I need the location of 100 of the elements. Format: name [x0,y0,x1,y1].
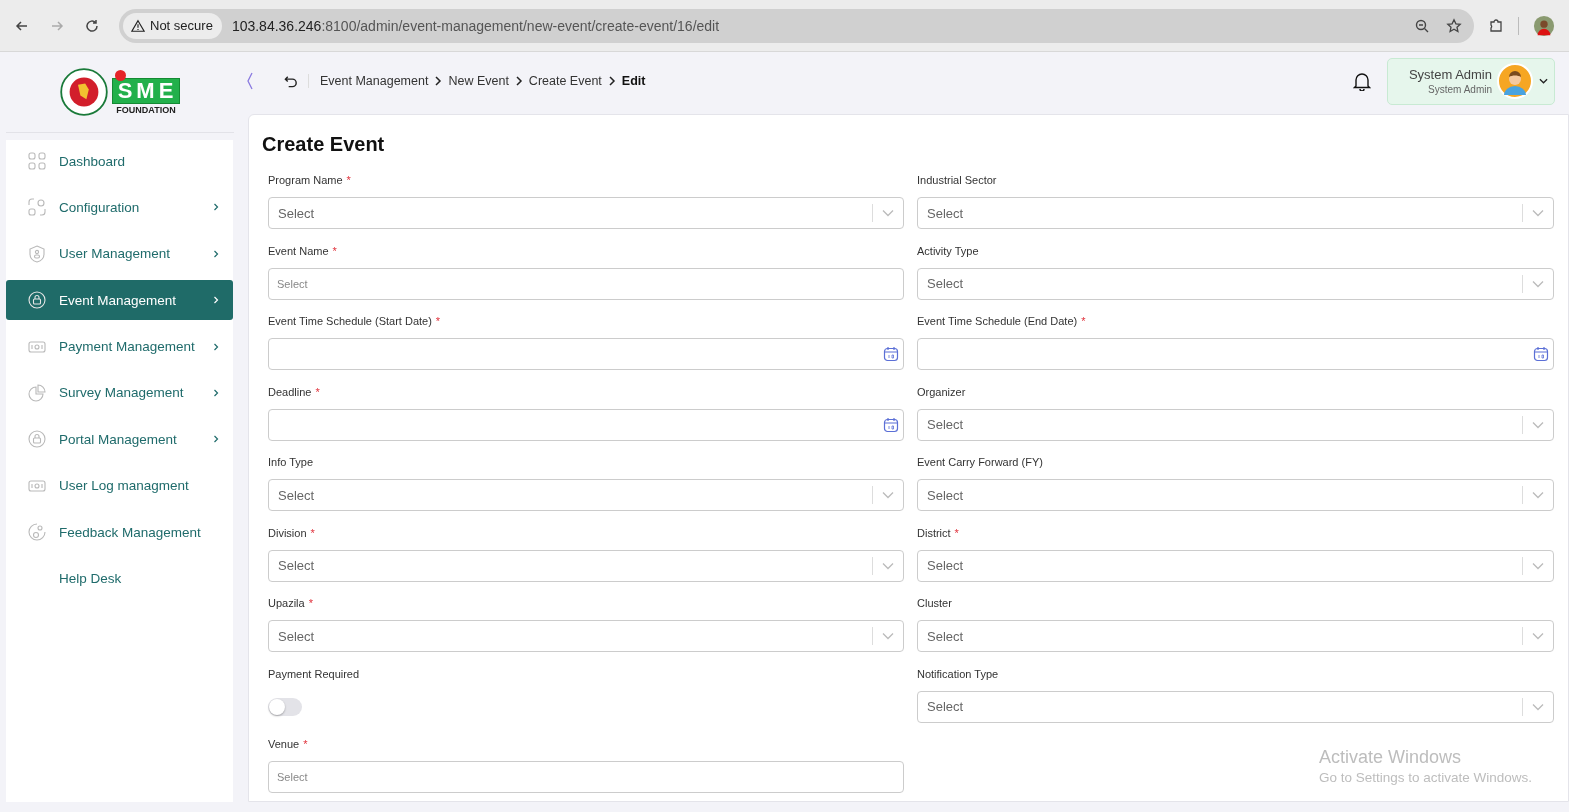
sidebar-item[interactable]: Payment Management [6,326,233,367]
date-field[interactable] [268,408,904,441]
dropdown-icon [1532,491,1544,499]
select-field[interactable]: Select [917,408,1554,441]
field-label: Organizer [917,385,966,400]
dropdown-icon [882,632,894,640]
select-field[interactable]: Select [917,549,1554,582]
menu-icon [28,523,46,542]
field-label: Deadline [268,385,312,400]
breadcrumb-link[interactable]: New Event [448,74,509,88]
activation-title: Activate Windows [1318,747,1462,768]
sidebar-item[interactable]: Event Management [6,280,233,321]
field-label: Payment Required [268,667,360,682]
select-field[interactable]: Select [268,197,904,229]
dropdown-icon [1532,209,1544,217]
chevron-icon [607,76,616,86]
warning-icon [131,18,145,33]
toggle-switch[interactable] [268,697,302,716]
input-field[interactable]: Select [268,761,904,793]
select-field[interactable]: Select [917,197,1554,229]
user-role: System Admin [1428,84,1492,95]
chevron-icon [213,203,219,212]
dropdown-icon [1532,632,1544,640]
logo-caption: FOUNDATION [116,104,176,115]
field-label: District [917,526,951,541]
date-field[interactable] [268,338,904,370]
bell-icon[interactable] [1353,71,1371,91]
field-label: Notification Type [917,667,999,682]
select-field[interactable]: Select [917,267,1554,300]
menu-icon [28,244,46,263]
field-label: Event Time Schedule (Start Date) [268,315,432,329]
menu-icon [28,152,46,170]
date-field[interactable] [917,338,1554,370]
calendar-icon [1533,346,1549,362]
required-mark: * [346,174,351,188]
dropdown-icon [1532,561,1544,570]
emblem-icon [59,68,108,116]
logo-wordmark: SME [111,77,181,104]
menu-icon [28,291,46,310]
user-menu[interactable]: System Admin System Admin [1387,57,1555,105]
chevron-icon [213,296,219,305]
chevron-icon [213,388,219,397]
chevron-icon [434,76,443,86]
sidebar-item[interactable]: Help Desk [6,558,233,599]
zoom-out-icon[interactable] [1414,17,1430,34]
dropdown-icon [882,209,894,217]
required-mark: * [303,738,308,752]
url-text[interactable]: 103.84.36.246:8100/admin/event-management/new-event/create-event/16/edit [231,17,720,34]
breadcrumb-link[interactable]: Create Event [528,74,602,88]
form-title: Create Event [262,133,386,156]
select-field[interactable]: Select [917,690,1554,723]
required-mark: * [1081,315,1086,329]
profile-avatar-icon[interactable] [1533,14,1555,37]
sidebar-item[interactable]: Configuration [6,187,233,228]
chevron-icon [514,76,523,86]
select-field[interactable]: Select [268,549,904,582]
sidebar-item[interactable]: Portal Management [6,419,233,460]
field-label: Info Type [268,456,314,470]
field-label: Activity Type [917,244,979,259]
sidebar-item[interactable]: User Management [6,233,233,274]
select-field[interactable]: Select [268,620,904,652]
activation-text: Go to Settings to activate Windows. [1318,770,1532,785]
required-mark: * [332,244,337,259]
menu-icon [28,198,46,217]
select-field[interactable]: Select [917,620,1554,652]
user-name: System Admin [1408,67,1492,82]
field-label: Upazila [268,597,305,611]
field-label: Venue [268,738,300,752]
star-icon[interactable] [1446,17,1462,34]
breadcrumb-link[interactable]: Event Management [320,74,429,88]
field-label: Cluster [917,597,952,611]
sidebar-item[interactable]: Feedback Management [6,512,233,553]
sidebar-item[interactable]: User Log managment [6,465,233,506]
required-mark: * [310,526,315,541]
calendar-icon [883,346,899,362]
field-label: Program Name [268,174,343,188]
field-label: Event Name [268,244,329,259]
dropdown-icon [882,561,894,570]
field-label: Division [268,526,307,541]
input-field[interactable]: Select [268,267,904,300]
dropdown-icon [1532,420,1544,429]
chevron-icon [213,249,219,258]
field-label: Industrial Sector [917,174,997,188]
select-field[interactable]: Select [917,479,1554,511]
required-mark: * [954,526,959,541]
menu-icon [28,430,46,449]
menu-icon [28,383,46,402]
caret-icon [1539,78,1548,84]
field-label: Event Carry Forward (FY) [917,456,1043,470]
dropdown-icon [1532,702,1544,711]
address-bar[interactable]: Not secure 103.84.36.246:8100/admin/event-management/new-event/create-event/16/edit [119,8,1474,43]
dropdown-icon [882,491,894,499]
select-field[interactable]: Select [268,479,904,511]
sidebar-item[interactable]: Survey Management [6,372,233,413]
required-mark: * [435,315,441,329]
sidebar-item[interactable]: Dashboard [6,141,233,181]
extensions-icon[interactable] [1488,17,1504,34]
reload-icon[interactable] [84,17,100,34]
collapse-icon[interactable] [246,71,254,91]
avatar-icon [1497,63,1533,99]
